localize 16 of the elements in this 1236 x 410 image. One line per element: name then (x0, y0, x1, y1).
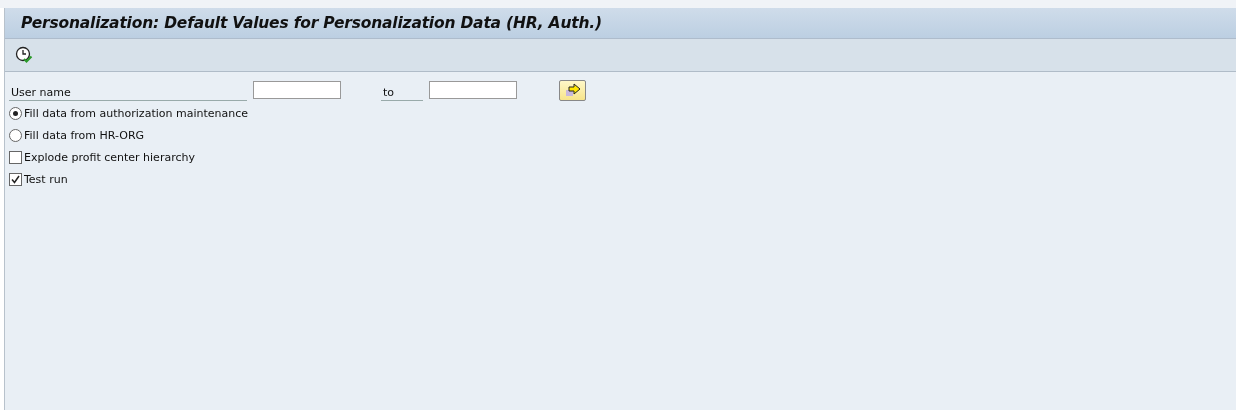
window-title: Personalization: Default Values for Personalization Data (HR, Auth.) (21, 14, 602, 32)
option-label: Test run (24, 172, 68, 186)
radio-button[interactable] (9, 128, 22, 142)
option-label: Fill data from HR-ORG (24, 128, 145, 142)
multiple-selection-button[interactable] (559, 79, 586, 101)
clock-check-icon[interactable] (15, 46, 33, 64)
radio-button[interactable] (9, 106, 22, 120)
field-label: to (381, 83, 423, 101)
checkbox[interactable] (9, 150, 22, 164)
arrow-icon (564, 83, 581, 97)
checkbox[interactable] (9, 172, 22, 186)
input-field[interactable] (429, 81, 517, 99)
option-label: Fill data from authorization maintenance (24, 106, 248, 120)
input-field[interactable] (253, 81, 341, 99)
option-label: Explode profit center hierarchy (24, 150, 195, 164)
field-label: User name (9, 83, 247, 101)
